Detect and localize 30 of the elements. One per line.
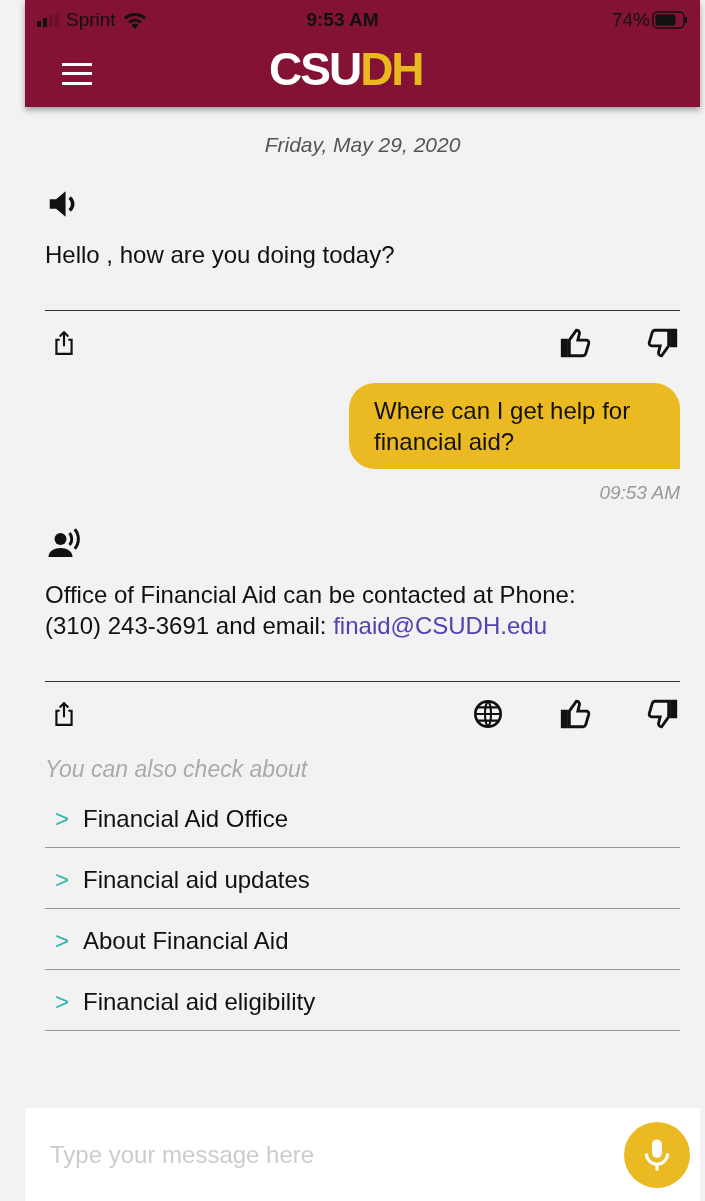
battery-percent: 74% [611,7,650,32]
battery-icon [652,11,688,29]
suggestion-item[interactable]: > Financial Aid Office [45,786,680,848]
date-label: Friday, May 29, 2020 [264,132,461,158]
chevron-icon: > [55,922,69,959]
chevron-icon: > [55,983,69,1020]
suggestion-label: About Financial Aid [83,925,289,956]
chevron-icon: > [55,800,69,837]
menu-button[interactable] [62,62,92,85]
suggestion-label: Financial aid updates [83,864,310,895]
thumbs-up-icon[interactable] [558,697,592,731]
chevron-icon: > [55,861,69,898]
signal-icon [37,13,59,27]
carrier-name: Sprint [66,7,116,32]
bot-message: Hello , how are you doing today? [45,239,396,270]
bot-message: Office of Financial Aid can be contacted at Phone: (310) 243-3691 and email: finaid@CSUDH.edu [45,580,577,641]
email-link[interactable]: finaid@CSUDH.edu [333,612,547,639]
suggestions-title: You can also check about [45,755,309,784]
globe-icon[interactable] [472,698,504,730]
suggestion-item[interactable]: > About Financial Aid [45,908,680,970]
suggestion-label: Financial aid eligibility [83,986,316,1017]
wifi-icon [122,11,147,29]
message-time: 09:53 AM [599,480,680,505]
thumbs-down-icon[interactable] [646,697,680,731]
suggestion-label: Financial Aid Office [83,803,288,834]
status-time: 9:53 AM [305,7,380,32]
app-logo: CSUDH [269,46,423,92]
user-message-bubble: Where can I get help for financial aid? [349,382,680,469]
suggestion-item[interactable]: > Financial aid eligibility [45,969,680,1031]
suggestion-item[interactable]: > Financial aid updates [45,847,680,909]
